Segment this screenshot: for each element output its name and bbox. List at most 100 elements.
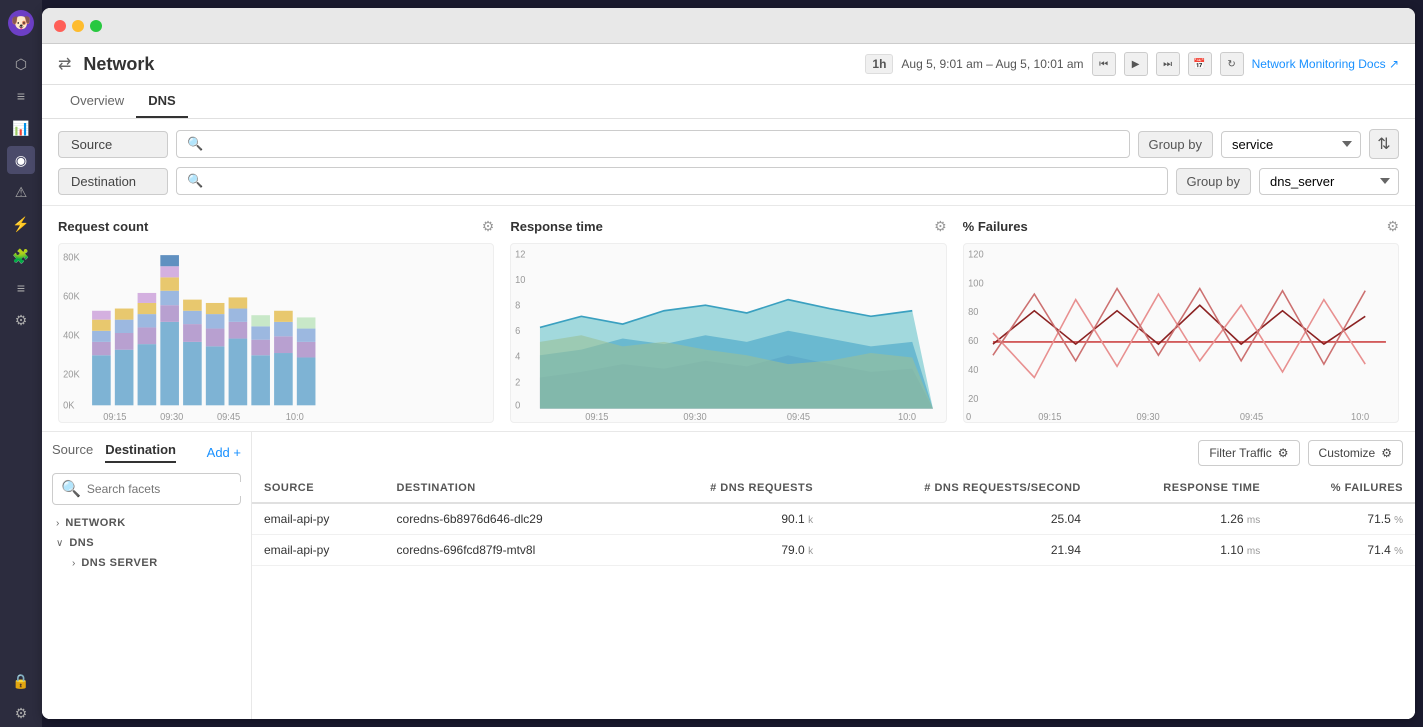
- destination-input-wrapper: 🔍: [176, 167, 1168, 195]
- request-count-chart: Request count ⚙ 80K 60K 40K 20K 0K: [58, 218, 494, 423]
- source-filter-row: Source 🔍 Group by service dns_server pod…: [58, 129, 1399, 159]
- swap-button[interactable]: ⇅: [1369, 129, 1399, 159]
- panel-tab-source[interactable]: Source: [52, 442, 93, 463]
- svg-text:09:30: 09:30: [1136, 411, 1159, 422]
- cell-source-1: email-api-py: [252, 535, 385, 566]
- charts-section: Request count ⚙ 80K 60K 40K 20K 0K: [42, 206, 1415, 431]
- destination-group-by-select[interactable]: dns_server service pod host: [1259, 168, 1399, 195]
- sidebar-icon-list[interactable]: ≡: [7, 82, 35, 110]
- sidebar-icon-puzzle[interactable]: 🧩: [7, 242, 35, 270]
- tab-overview[interactable]: Overview: [58, 85, 136, 118]
- pct-failures-gear-icon[interactable]: ⚙: [1386, 218, 1399, 235]
- title-bar: [42, 8, 1415, 44]
- sidebar-icon-home[interactable]: ⬡: [7, 50, 35, 78]
- panel-tab-destination[interactable]: Destination: [105, 442, 176, 463]
- tl-green[interactable]: [90, 20, 102, 32]
- facet-item-dns-server[interactable]: › DNS Server: [52, 553, 241, 573]
- facet-tree: › NETWORK ∨ DNS › DNS Server: [52, 513, 241, 573]
- svg-text:10:0: 10:0: [1351, 411, 1369, 422]
- pct-failures-title: % Failures: [963, 219, 1028, 234]
- svg-text:6: 6: [515, 326, 520, 337]
- col-dns-req-sec: # DNS REQUESTS/SECOND: [825, 474, 1093, 503]
- table-row: email-api-py coredns-6b8976d646-dlc29 90…: [252, 503, 1415, 535]
- destination-search-input[interactable]: [209, 174, 1156, 189]
- nav-fast-fwd-btn[interactable]: ⏭: [1156, 52, 1180, 76]
- facet-item-network[interactable]: › NETWORK: [52, 513, 241, 533]
- svg-text:80: 80: [968, 307, 978, 318]
- svg-text:20: 20: [968, 394, 978, 405]
- tab-dns[interactable]: DNS: [136, 85, 187, 118]
- source-input-wrapper: 🔍: [176, 130, 1130, 158]
- source-group-by-section: Group by service dns_server pod host: [1138, 131, 1361, 158]
- response-time-area: 12 10 8 6 4 2 0: [510, 243, 946, 423]
- svg-text:09:45: 09:45: [787, 411, 810, 422]
- time-badge[interactable]: 1h: [865, 54, 893, 74]
- nav-first-btn[interactable]: ⏮: [1092, 52, 1116, 76]
- top-bar: ⇄ Network 1h Aug 5, 9:01 am – Aug 5, 10:…: [42, 44, 1415, 85]
- top-bar-right: 1h Aug 5, 9:01 am – Aug 5, 10:01 am ⏮ ▶ …: [865, 52, 1399, 76]
- request-count-svg: 80K 60K 40K 20K 0K: [59, 244, 493, 422]
- facet-dns-server-arrow: ›: [72, 558, 75, 569]
- svg-text:40K: 40K: [63, 330, 80, 341]
- facet-dns-label: DNS: [69, 537, 94, 549]
- bottom-section: Source Destination Add + 🔍 ›: [42, 431, 1415, 719]
- main-window: ⇄ Network 1h Aug 5, 9:01 am – Aug 5, 10:…: [42, 8, 1415, 719]
- svg-text:40: 40: [968, 365, 978, 376]
- nav-refresh-btn[interactable]: ↻: [1220, 52, 1244, 76]
- sidebar-icon-gear[interactable]: ⚙: [7, 699, 35, 727]
- sidebar-logo: 🐶: [6, 8, 36, 38]
- docs-link[interactable]: Network Monitoring Docs ↗: [1252, 57, 1399, 71]
- table-header-row: SOURCE DESTINATION # DNS REQUESTS # DNS …: [252, 474, 1415, 503]
- response-time-gear-icon[interactable]: ⚙: [934, 218, 947, 235]
- sidebar-icon-chart[interactable]: 📊: [7, 114, 35, 142]
- svg-text:60: 60: [968, 336, 978, 347]
- source-group-by-select[interactable]: service dns_server pod host: [1221, 131, 1361, 158]
- pct-failures-header: % Failures ⚙: [963, 218, 1399, 235]
- col-dns-requests: # DNS REQUESTS: [637, 474, 825, 503]
- nav-play-btn[interactable]: ▶: [1124, 52, 1148, 76]
- sidebar-icon-settings[interactable]: ⚙: [7, 306, 35, 334]
- svg-text:09:15: 09:15: [103, 411, 126, 422]
- source-search-input[interactable]: [209, 137, 1118, 152]
- destination-group-by-section: Group by dns_server service pod host: [1176, 168, 1399, 195]
- tl-yellow[interactable]: [72, 20, 84, 32]
- sidebar-icon-lightning[interactable]: ⚡: [7, 210, 35, 238]
- cell-resp-time-1: 1.10 ms: [1093, 535, 1272, 566]
- svg-text:09:30: 09:30: [684, 411, 707, 422]
- nav-calendar-btn[interactable]: 📅: [1188, 52, 1212, 76]
- cell-dns-req-sec-1: 21.94: [825, 535, 1093, 566]
- svg-text:0: 0: [966, 411, 971, 422]
- svg-text:10:0: 10:0: [898, 411, 916, 422]
- cell-dns-req-1: 79.0 k: [637, 535, 825, 566]
- add-button[interactable]: Add +: [207, 445, 241, 460]
- table-wrapper: SOURCE DESTINATION # DNS REQUESTS # DNS …: [252, 474, 1415, 719]
- tl-red[interactable]: [54, 20, 66, 32]
- response-time-svg: 12 10 8 6 4 2 0: [511, 244, 945, 422]
- svg-text:12: 12: [515, 249, 525, 260]
- content-area: ⇄ Network 1h Aug 5, 9:01 am – Aug 5, 10:…: [42, 44, 1415, 719]
- network-icon: ⇄: [58, 54, 71, 74]
- time-range: Aug 5, 9:01 am – Aug 5, 10:01 am: [901, 57, 1083, 71]
- request-count-gear-icon[interactable]: ⚙: [482, 218, 495, 235]
- cell-resp-time-0: 1.26 ms: [1093, 503, 1272, 535]
- tabs-bar: Overview DNS: [42, 85, 1415, 119]
- data-table: SOURCE DESTINATION # DNS REQUESTS # DNS …: [252, 474, 1415, 566]
- svg-text:09:45: 09:45: [1240, 411, 1263, 422]
- cell-source-0: email-api-py: [252, 503, 385, 535]
- search-facets-input[interactable]: [87, 482, 242, 496]
- panel-tabs: Source Destination Add +: [52, 442, 241, 463]
- search-facets-wrapper: 🔍: [52, 473, 241, 505]
- sidebar-icon-network[interactable]: ◉: [7, 146, 35, 174]
- customize-button[interactable]: Customize ⚙: [1308, 440, 1403, 466]
- sidebar-icon-lock[interactable]: 🔒: [7, 667, 35, 695]
- destination-label: Destination: [58, 168, 168, 195]
- svg-text:60K: 60K: [63, 291, 80, 302]
- facet-item-dns[interactable]: ∨ DNS: [52, 533, 241, 553]
- pct-failures-chart: % Failures ⚙ 120 100 80 60 40 20 0: [963, 218, 1399, 423]
- svg-text:100: 100: [968, 278, 984, 289]
- sidebar-icon-alert[interactable]: ⚠: [7, 178, 35, 206]
- response-time-header: Response time ⚙: [510, 218, 946, 235]
- sidebar-icon-menu[interactable]: ≡: [7, 274, 35, 302]
- filter-traffic-button[interactable]: Filter Traffic ⚙: [1198, 440, 1299, 466]
- svg-text:20K: 20K: [63, 369, 80, 380]
